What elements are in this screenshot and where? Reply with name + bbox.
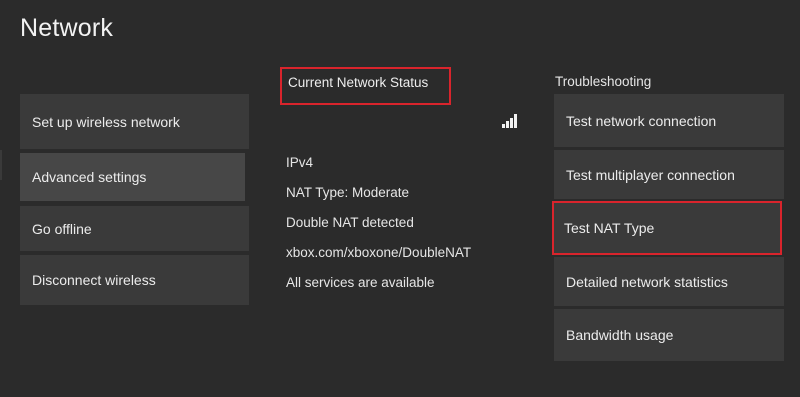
- disconnect-wireless-label: Disconnect wireless: [32, 272, 156, 288]
- bandwidth-usage-label: Bandwidth usage: [566, 327, 674, 343]
- ip-version-text: IPv4: [286, 155, 314, 170]
- test-multiplayer-connection-button[interactable]: Test multiplayer connection: [554, 150, 784, 199]
- setup-wireless-network-label: Set up wireless network: [32, 113, 180, 130]
- wifi-signal-bars-icon: [502, 114, 518, 128]
- test-nat-type-label: Test NAT Type: [564, 220, 655, 236]
- test-network-connection-label: Test network connection: [566, 112, 717, 129]
- double-nat-text: Double NAT detected: [286, 215, 414, 230]
- detailed-network-statistics-button[interactable]: Detailed network statistics: [554, 257, 784, 306]
- nat-type-text: NAT Type: Moderate: [286, 185, 410, 200]
- test-multiplayer-connection-label: Test multiplayer connection: [566, 166, 735, 183]
- go-offline-button[interactable]: Go offline: [20, 206, 249, 251]
- services-status-text: All services are available: [286, 275, 435, 290]
- disconnect-wireless-button[interactable]: Disconnect wireless: [20, 255, 249, 305]
- bandwidth-usage-button[interactable]: Bandwidth usage: [554, 309, 784, 361]
- troubleshooting-heading: Troubleshooting: [555, 74, 652, 89]
- setup-wireless-network-button[interactable]: Set up wireless network: [20, 94, 249, 149]
- go-offline-label: Go offline: [32, 220, 92, 237]
- test-network-connection-button[interactable]: Test network connection: [554, 94, 784, 147]
- edge-marker: [0, 150, 2, 180]
- double-nat-link[interactable]: xbox.com/xboxone/DoubleNAT: [286, 245, 471, 260]
- advanced-settings-button[interactable]: Advanced settings: [20, 153, 245, 201]
- advanced-settings-label: Advanced settings: [32, 169, 147, 185]
- detailed-network-statistics-label: Detailed network statistics: [566, 273, 728, 290]
- test-nat-type-button[interactable]: Test NAT Type: [552, 201, 782, 255]
- page-title: Network: [20, 14, 114, 42]
- current-network-status-heading: Current Network Status: [280, 67, 451, 105]
